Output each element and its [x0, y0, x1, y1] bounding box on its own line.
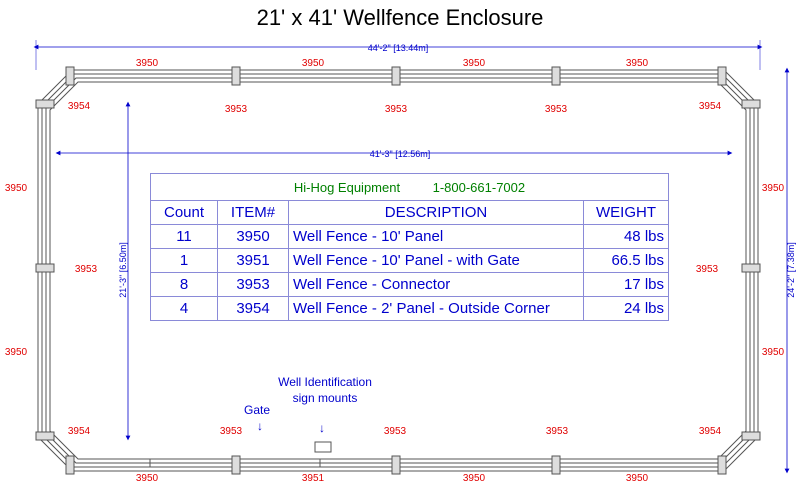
table-row: 11 3950 Well Fence - 10' Panel 48 lbs: [150, 224, 669, 249]
part-label: 3953: [75, 264, 98, 275]
cell-weight: 66.5 lbs: [583, 248, 669, 273]
table-column-headers: Count ITEM# DESCRIPTION WEIGHT: [150, 200, 669, 225]
sign-note-line1: Well Identification: [278, 375, 372, 389]
cell-count: 4: [150, 296, 218, 321]
cell-weight: 24 lbs: [583, 296, 669, 321]
part-label: 3953: [546, 426, 569, 437]
cell-count: 1: [150, 248, 218, 273]
part-label: 3953: [545, 104, 568, 115]
part-label: 3950: [136, 58, 159, 69]
col-count: Count: [150, 200, 218, 225]
col-description: DESCRIPTION: [288, 200, 584, 225]
inner-width-label: 41'-3" [12.56m]: [370, 149, 430, 159]
table-header-company: Hi-Hog Equipment 1-800-661-7002: [150, 173, 669, 201]
company-phone: 1-800-661-7002: [432, 179, 526, 195]
part-label: 3950: [762, 347, 785, 358]
part-label: 3950: [463, 473, 486, 484]
gate-arrow: ↓: [257, 419, 263, 433]
part-label: 3950: [463, 58, 486, 69]
company-name: Hi-Hog Equipment: [293, 179, 401, 195]
col-weight: WEIGHT: [583, 200, 669, 225]
part-label: 3953: [696, 264, 719, 275]
gate-note: Gate: [244, 403, 270, 417]
part-label: 3950: [136, 473, 159, 484]
cell-description: Well Fence - Connector: [288, 272, 584, 297]
page-title: 21' x 41' Wellfence Enclosure: [257, 5, 544, 30]
cell-description: Well Fence - 10' Panel - with Gate: [288, 248, 584, 273]
cell-count: 11: [150, 224, 218, 249]
part-label: 3953: [384, 426, 407, 437]
dimension-inner-height: 21'-3" [6.50m]: [118, 101, 131, 441]
cell-description: Well Fence - 2' Panel - Outside Corner: [288, 296, 584, 321]
dimension-inner-width: 41'-3" [12.56m]: [55, 149, 733, 159]
part-label: 3954: [699, 426, 722, 437]
overall-height-label: 24'-2" [7.38m]: [786, 242, 796, 297]
cell-description: Well Fence - 10' Panel: [288, 224, 584, 249]
part-label: 3954: [699, 101, 722, 112]
part-label: 3954: [68, 426, 91, 437]
cell-item: 3951: [217, 248, 289, 273]
part-label: 3950: [762, 183, 785, 194]
part-label: 3954: [68, 101, 91, 112]
parts-table: Hi-Hog Equipment 1-800-661-7002 Count IT…: [150, 173, 669, 321]
part-label: 3950: [626, 473, 649, 484]
col-item: ITEM#: [217, 200, 289, 225]
cell-item: 3950: [217, 224, 289, 249]
cell-item: 3953: [217, 272, 289, 297]
part-label: 3950: [5, 183, 28, 194]
dimension-overall-height: 24'-2" [7.38m]: [784, 67, 796, 474]
part-label: 3953: [220, 426, 243, 437]
part-label: 3950: [5, 347, 28, 358]
part-label: 3953: [385, 104, 408, 115]
table-row: 4 3954 Well Fence - 2' Panel - Outside C…: [150, 296, 669, 321]
sign-note-line2: sign mounts: [293, 391, 358, 405]
overall-width-label: 44'-2" [13.44m]: [368, 43, 428, 53]
part-label: 3951: [302, 473, 325, 484]
part-label: 3950: [302, 58, 325, 69]
inner-height-label: 21'-3" [6.50m]: [118, 242, 128, 297]
table-row: 1 3951 Well Fence - 10' Panel - with Gat…: [150, 248, 669, 273]
sign-mount: [314, 441, 332, 453]
part-label: 3953: [225, 104, 248, 115]
table-row: 8 3953 Well Fence - Connector 17 lbs: [150, 272, 669, 297]
cell-weight: 17 lbs: [583, 272, 669, 297]
part-label: 3950: [626, 58, 649, 69]
sign-arrow: ↓: [319, 421, 325, 435]
cell-count: 8: [150, 272, 218, 297]
cell-weight: 48 lbs: [583, 224, 669, 249]
cell-item: 3954: [217, 296, 289, 321]
